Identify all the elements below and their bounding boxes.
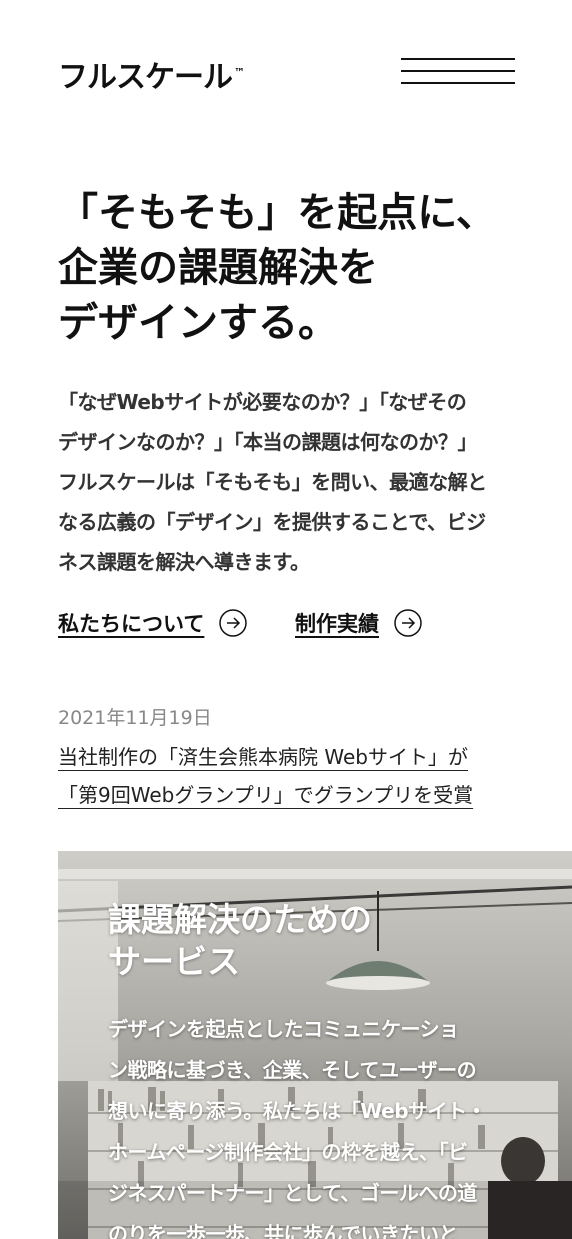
- news-item-link[interactable]: 当社制作の「済生会熊本病院 Webサイト」が 「第9回Webグランプリ」でグラン…: [58, 738, 528, 814]
- service-section[interactable]: 課題解決のための サービス デザインを起点としたコミュニケーショ ン戦略に基づき…: [58, 851, 572, 1239]
- site-logo[interactable]: フルスケール ™: [58, 52, 245, 96]
- hamburger-menu-button[interactable]: [401, 56, 515, 86]
- lead-line: 「なぜWebサイトが必要なのか？」「なぜその: [58, 390, 467, 414]
- service-body-line: ジネスパートナー」として、ゴールへの道: [108, 1181, 477, 1205]
- hamburger-icon-line: [401, 82, 515, 84]
- lead-line: フルスケールは「そもそも」を問い、最適な解と: [58, 470, 487, 494]
- news-title-line: 「第9回Webグランプリ」でグランプリを受賞: [58, 783, 474, 807]
- hero-title-line: 企業の課題解決を: [58, 245, 378, 291]
- hamburger-icon: [401, 58, 515, 60]
- logo-text: フルスケール: [58, 60, 233, 95]
- about-link[interactable]: 私たちについて: [58, 608, 248, 638]
- works-link[interactable]: 制作実績: [295, 608, 423, 638]
- service-title-line: 課題解決のための: [108, 900, 372, 939]
- works-link-label: 制作実績: [295, 612, 379, 636]
- trademark-mark: ™: [234, 66, 245, 79]
- service-title-line: サービス: [108, 942, 240, 981]
- hero-title-line: デザインする。: [58, 300, 338, 346]
- service-body-line: デザインを起点としたコミュニケーショ: [108, 1017, 459, 1041]
- about-link-label: 私たちについて: [58, 612, 205, 636]
- service-body-line: ホームページ制作会社」の枠を越え、「ビ: [108, 1140, 468, 1164]
- service-description: デザインを起点としたコミュニケーショ ン戦略に基づき、企業、そしてユーザーの 想…: [108, 1009, 528, 1239]
- hero-links: 私たちについて 制作実績: [58, 608, 538, 648]
- service-body-line: ン戦略に基づき、企業、そしてユーザーの: [108, 1058, 477, 1082]
- lead-line: デザインなのか？」「本当の課題は何なのか？」: [58, 430, 478, 454]
- news-title-line: 当社制作の「済生会熊本病院 Webサイト」が: [58, 745, 468, 769]
- service-body-line: 想いに寄り添う。私たちは「Webサイト・: [108, 1099, 487, 1123]
- hero-title-line: 「そもそも」を起点に、: [58, 190, 496, 236]
- lead-line: なる広義の「デザイン」を提供することで、ビジ: [58, 510, 486, 534]
- hero-title: 「そもそも」を起点に、 企業の課題解決を デザインする。: [58, 186, 538, 351]
- service-title: 課題解決のための サービス: [108, 899, 372, 983]
- hamburger-icon-line: [401, 70, 515, 72]
- hero-lead: 「なぜWebサイトが必要なのか？」「なぜその デザインなのか？」「本当の課題は何…: [58, 382, 528, 582]
- news-date: 2021年11月19日: [58, 707, 212, 729]
- circle-arrow-right-icon: [394, 609, 422, 637]
- circle-arrow-right-icon: [219, 609, 248, 637]
- site-header: フルスケール ™: [0, 0, 572, 130]
- service-body-line: のりを一歩一歩、共に歩んでいきたいと: [108, 1222, 459, 1239]
- lead-line: ネス課題を解決へ導きます。: [58, 550, 310, 574]
